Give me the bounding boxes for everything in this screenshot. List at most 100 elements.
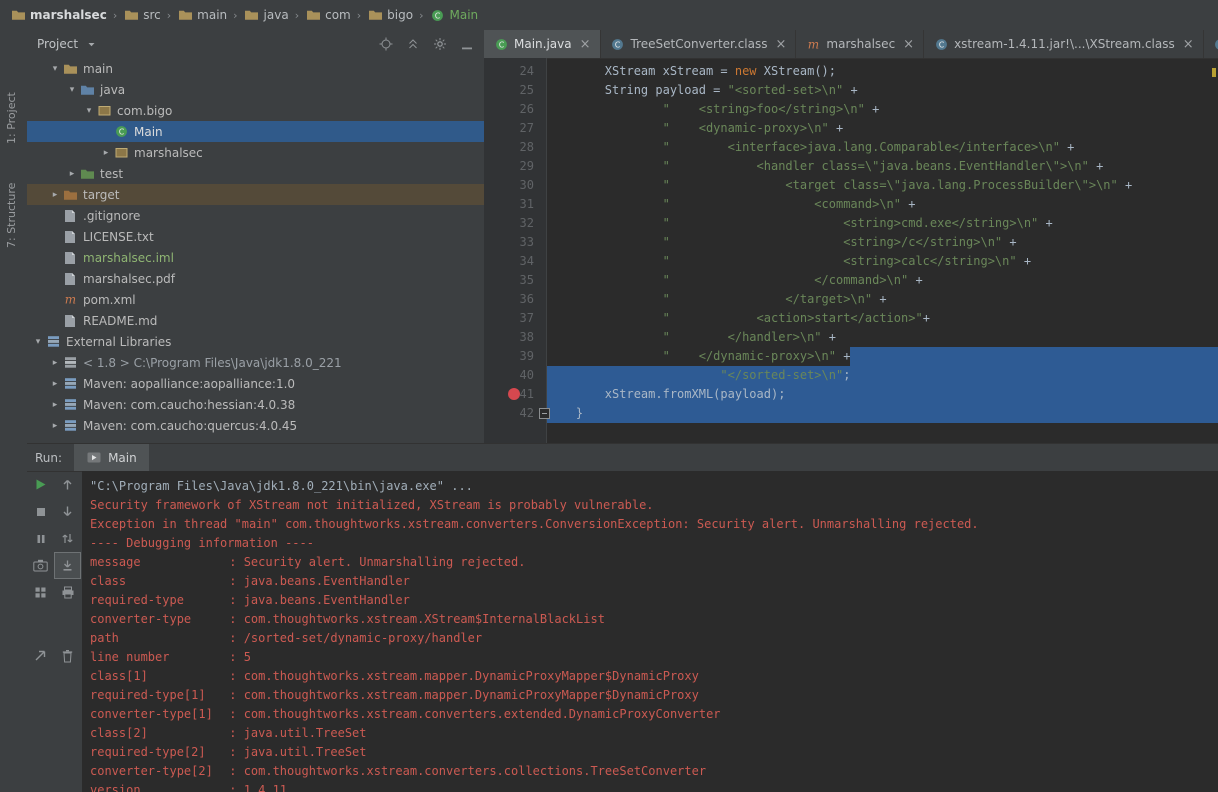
- gutter-line-41[interactable]: 41: [484, 385, 546, 404]
- tree-item-marshalsec-iml[interactable]: marshalsec.iml: [27, 247, 484, 268]
- run-tab-main[interactable]: Main: [74, 444, 149, 471]
- up-stack-trace-button[interactable]: [54, 471, 81, 498]
- toolwindow-button-structure[interactable]: 7: Structure: [5, 148, 21, 248]
- gutter-line-39[interactable]: 39: [484, 347, 546, 366]
- gutter-line-40[interactable]: 40: [484, 366, 546, 385]
- chevron-right-icon[interactable]: ▸: [65, 169, 79, 179]
- tab-main-java[interactable]: CMain.java×: [484, 30, 601, 58]
- code-line-42[interactable]: }: [547, 404, 1218, 423]
- gutter-line-26[interactable]: 26: [484, 100, 546, 119]
- tree-item-license-txt[interactable]: LICENSE.txt: [27, 226, 484, 247]
- project-view-selector[interactable]: Project: [37, 37, 99, 52]
- code-area[interactable]: XStream xStream = new XStream(); String …: [547, 62, 1218, 423]
- chevron-right-icon[interactable]: ▸: [48, 421, 62, 431]
- thread-dump-button[interactable]: [27, 552, 54, 579]
- gutter-line-25[interactable]: 25: [484, 81, 546, 100]
- tree-item-com-bigo[interactable]: ▾com.bigo: [27, 100, 484, 121]
- code-line-31[interactable]: " <command>\n" +: [547, 195, 1218, 214]
- tree-item-readme-md[interactable]: README.md: [27, 310, 484, 331]
- chevron-down-icon[interactable]: ▾: [82, 106, 96, 116]
- breadcrumb-item-java[interactable]: java: [242, 8, 291, 23]
- tree-item-gitignore[interactable]: .gitignore: [27, 205, 484, 226]
- chevron-right-icon[interactable]: ▸: [99, 148, 113, 158]
- chevron-right-icon[interactable]: ▸: [48, 190, 62, 200]
- tree-item-marshalsec-pdf[interactable]: marshalsec.pdf: [27, 268, 484, 289]
- pin-tab-button[interactable]: [27, 642, 54, 669]
- tree-item-main[interactable]: ▾main: [27, 58, 484, 79]
- toolwindow-button-project[interactable]: 1: Project: [5, 64, 21, 144]
- tree-item-1-8-c-program-files-java-jdk1-8-0-221[interactable]: ▸< 1.8 > C:\Program Files\Java\jdk1.8.0_…: [27, 352, 484, 373]
- tab-treesetconverter-class[interactable]: CTreeSetConverter.class×: [601, 30, 797, 58]
- tree-item-java[interactable]: ▾java: [27, 79, 484, 100]
- gutter-line-36[interactable]: 36: [484, 290, 546, 309]
- tree-item-target[interactable]: ▸target: [27, 184, 484, 205]
- tab-xstream-1-4-11-jar-xstream-class[interactable]: Cxstream-1.4.11.jar!\...\XStream.class×: [924, 30, 1204, 58]
- breadcrumb-item-bigo[interactable]: bigo: [365, 8, 415, 23]
- fold-marker-icon[interactable]: [539, 408, 550, 419]
- gutter-line-38[interactable]: 38: [484, 328, 546, 347]
- breadcrumb-item-main[interactable]: CMain: [427, 8, 480, 23]
- hide-icon[interactable]: [460, 37, 474, 51]
- gutter-line-30[interactable]: 30: [484, 176, 546, 195]
- tree-item-test[interactable]: ▸test: [27, 163, 484, 184]
- breadcrumb-item-main[interactable]: main: [175, 8, 229, 23]
- close-icon[interactable]: ×: [776, 38, 787, 51]
- chevron-down-icon[interactable]: ▾: [48, 64, 62, 74]
- memory-view-button[interactable]: [27, 579, 54, 606]
- gutter-line-24[interactable]: 24: [484, 62, 546, 81]
- tab-treeun[interactable]: CTreeUn×: [1204, 30, 1218, 58]
- chevron-right-icon[interactable]: ▸: [48, 358, 62, 368]
- gutter-line-42[interactable]: 42: [484, 404, 546, 423]
- chevron-down-icon[interactable]: ▾: [65, 85, 79, 95]
- close-icon[interactable]: ×: [580, 38, 591, 51]
- gutter-line-29[interactable]: 29: [484, 157, 546, 176]
- breadcrumb-item-src[interactable]: src: [121, 8, 163, 23]
- rerun-button[interactable]: [27, 471, 54, 498]
- collapse-icon[interactable]: [406, 37, 420, 51]
- clear-all-button[interactable]: [54, 642, 81, 669]
- tree-item-main[interactable]: CMain: [27, 121, 484, 142]
- code-line-26[interactable]: " <string>foo</string>\n" +: [547, 100, 1218, 119]
- gutter-line-27[interactable]: 27: [484, 119, 546, 138]
- breadcrumb-item-com[interactable]: com: [303, 8, 353, 23]
- code-line-35[interactable]: " </command>\n" +: [547, 271, 1218, 290]
- print-button[interactable]: [54, 579, 81, 606]
- gutter-line-34[interactable]: 34: [484, 252, 546, 271]
- gutter-line-32[interactable]: 32: [484, 214, 546, 233]
- soft-wrap-button[interactable]: [54, 525, 81, 552]
- tree-item-maven-com-caucho-hessian-4-0-38[interactable]: ▸Maven: com.caucho:hessian:4.0.38: [27, 394, 484, 415]
- code-line-38[interactable]: " </handler>\n" +: [547, 328, 1218, 347]
- close-icon[interactable]: ×: [1183, 38, 1194, 51]
- chevron-right-icon[interactable]: ▸: [48, 379, 62, 389]
- tree-item-maven-aopalliance-aopalliance-1-0[interactable]: ▸Maven: aopalliance:aopalliance:1.0: [27, 373, 484, 394]
- down-stack-trace-button[interactable]: [54, 498, 81, 525]
- code-line-39[interactable]: " </dynamic-proxy>\n" +: [547, 347, 1218, 366]
- code-line-36[interactable]: " </target>\n" +: [547, 290, 1218, 309]
- console-output[interactable]: "C:\Program Files\Java\jdk1.8.0_221\bin\…: [82, 471, 1218, 792]
- code-line-24[interactable]: XStream xStream = new XStream();: [547, 62, 1218, 81]
- settings-icon[interactable]: [433, 37, 447, 51]
- scroll-to-end-button[interactable]: [54, 552, 81, 579]
- code-line-32[interactable]: " <string>cmd.exe</string>\n" +: [547, 214, 1218, 233]
- close-icon[interactable]: ×: [903, 38, 914, 51]
- tree-item-external-libraries[interactable]: ▾External Libraries: [27, 331, 484, 352]
- locate-icon[interactable]: [379, 37, 393, 51]
- gutter-line-28[interactable]: 28: [484, 138, 546, 157]
- stop-button[interactable]: [27, 498, 54, 525]
- code-line-34[interactable]: " <string>calc</string>\n" +: [547, 252, 1218, 271]
- code-line-28[interactable]: " <interface>java.lang.Comparable</inter…: [547, 138, 1218, 157]
- code-line-27[interactable]: " <dynamic-proxy>\n" +: [547, 119, 1218, 138]
- code-line-30[interactable]: " <target class=\"java.lang.ProcessBuild…: [547, 176, 1218, 195]
- code-line-41[interactable]: xStream.fromXML(payload);: [547, 385, 1218, 404]
- tree-item-marshalsec[interactable]: ▸marshalsec: [27, 142, 484, 163]
- gutter-line-33[interactable]: 33: [484, 233, 546, 252]
- chevron-down-icon[interactable]: ▾: [31, 337, 45, 347]
- tree-item-pom-xml[interactable]: mpom.xml: [27, 289, 484, 310]
- tree-item-maven-com-caucho-quercus-4-0-45[interactable]: ▸Maven: com.caucho:quercus:4.0.45: [27, 415, 484, 436]
- code-line-25[interactable]: String payload = "<sorted-set>\n" +: [547, 81, 1218, 100]
- gutter-line-31[interactable]: 31: [484, 195, 546, 214]
- breakpoint-icon[interactable]: [508, 388, 520, 400]
- code-line-37[interactable]: " <action>start</action>"+: [547, 309, 1218, 328]
- gutter-line-35[interactable]: 35: [484, 271, 546, 290]
- chevron-right-icon[interactable]: ▸: [48, 400, 62, 410]
